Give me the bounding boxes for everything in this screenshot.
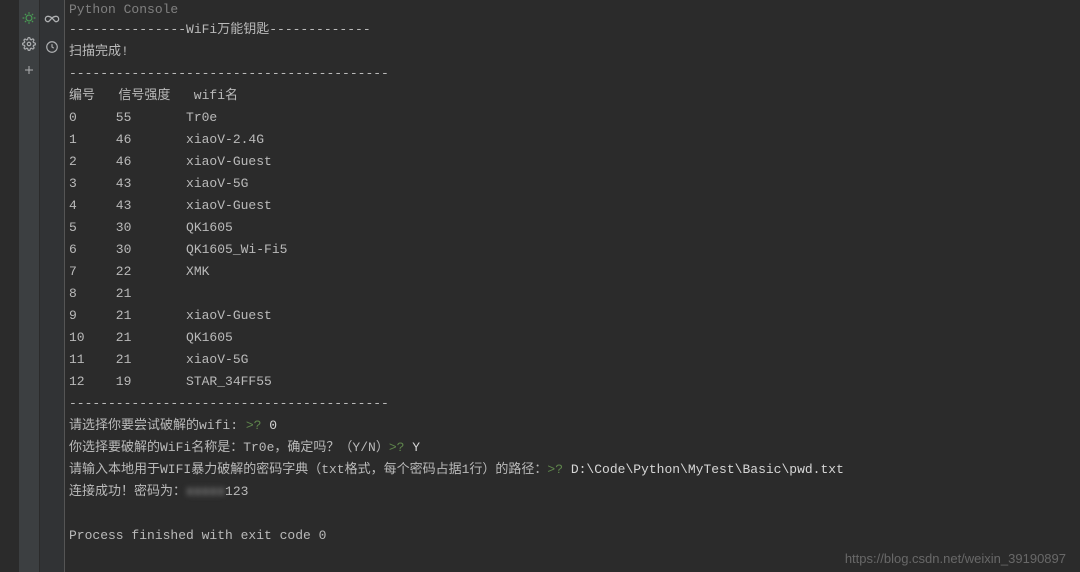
table-row: 7 22 XMK: [69, 261, 1080, 283]
watermark: https://blog.csdn.net/weixin_39190897: [845, 551, 1066, 566]
wifi-list: 0 55 Tr0e1 46 xiaoV-2.4G2 46 xiaoV-Guest…: [69, 107, 1080, 393]
confirm-prompt-line: 你选择要破解的WiFi名称是：Tr0e，确定吗？（Y/N）>? Y: [69, 437, 1080, 459]
table-row: 8 21: [69, 283, 1080, 305]
exit-line: Process finished with exit code 0: [69, 525, 1080, 547]
table-header: 编号 信号强度 wifi名: [69, 85, 1080, 107]
table-row: 1 46 xiaoV-2.4G: [69, 129, 1080, 151]
table-row: 2 46 xiaoV-Guest: [69, 151, 1080, 173]
history-icon[interactable]: [43, 38, 61, 56]
settings-icon[interactable]: [21, 36, 37, 52]
infinity-icon[interactable]: [43, 10, 61, 28]
tool-window-stripe: [19, 0, 40, 572]
scan-complete-line: 扫描完成!: [69, 41, 1080, 63]
table-row: 0 55 Tr0e: [69, 107, 1080, 129]
prompt-marker: >?: [389, 440, 405, 455]
python-console-output[interactable]: Python Console ---------------WiFi万能钥匙--…: [65, 0, 1080, 572]
console-actions-column: [40, 0, 65, 572]
table-row: 12 19 STAR_34FF55: [69, 371, 1080, 393]
table-row: 4 43 xiaoV-Guest: [69, 195, 1080, 217]
console-title: Python Console: [69, 2, 1080, 19]
prompt-marker: >?: [246, 418, 262, 433]
add-icon[interactable]: [21, 62, 37, 78]
table-row: 11 21 xiaoV-5G: [69, 349, 1080, 371]
blank-line: [69, 503, 1080, 525]
table-row: 9 21 xiaoV-Guest: [69, 305, 1080, 327]
dict-prompt-line: 请输入本地用于WIFI暴力破解的密码字典（txt格式，每个密码占据1行）的路径：…: [69, 459, 1080, 481]
dict-answer: D:\Code\Python\MyTest\Basic\pwd.txt: [563, 462, 844, 477]
debug-icon[interactable]: [21, 10, 37, 26]
app-root: Python Console ---------------WiFi万能钥匙--…: [0, 0, 1080, 572]
divider-line: ----------------------------------------…: [69, 63, 1080, 85]
confirm-answer: Y: [404, 440, 420, 455]
select-answer: 0: [261, 418, 277, 433]
banner-line: ---------------WiFi万能钥匙-------------: [69, 19, 1080, 41]
divider-line: ----------------------------------------…: [69, 393, 1080, 415]
left-structure-panel: [0, 0, 19, 572]
success-line: 连接成功！密码为：xxxxx123: [69, 481, 1080, 503]
table-row: 10 21 QK1605: [69, 327, 1080, 349]
select-prompt-line: 请选择你要尝试破解的wifi: >? 0: [69, 415, 1080, 437]
table-row: 6 30 QK1605_Wi-Fi5: [69, 239, 1080, 261]
table-row: 5 30 QK1605: [69, 217, 1080, 239]
prompt-marker: >?: [547, 462, 563, 477]
table-row: 3 43 xiaoV-5G: [69, 173, 1080, 195]
password-blurred: xxxxx: [186, 481, 225, 503]
